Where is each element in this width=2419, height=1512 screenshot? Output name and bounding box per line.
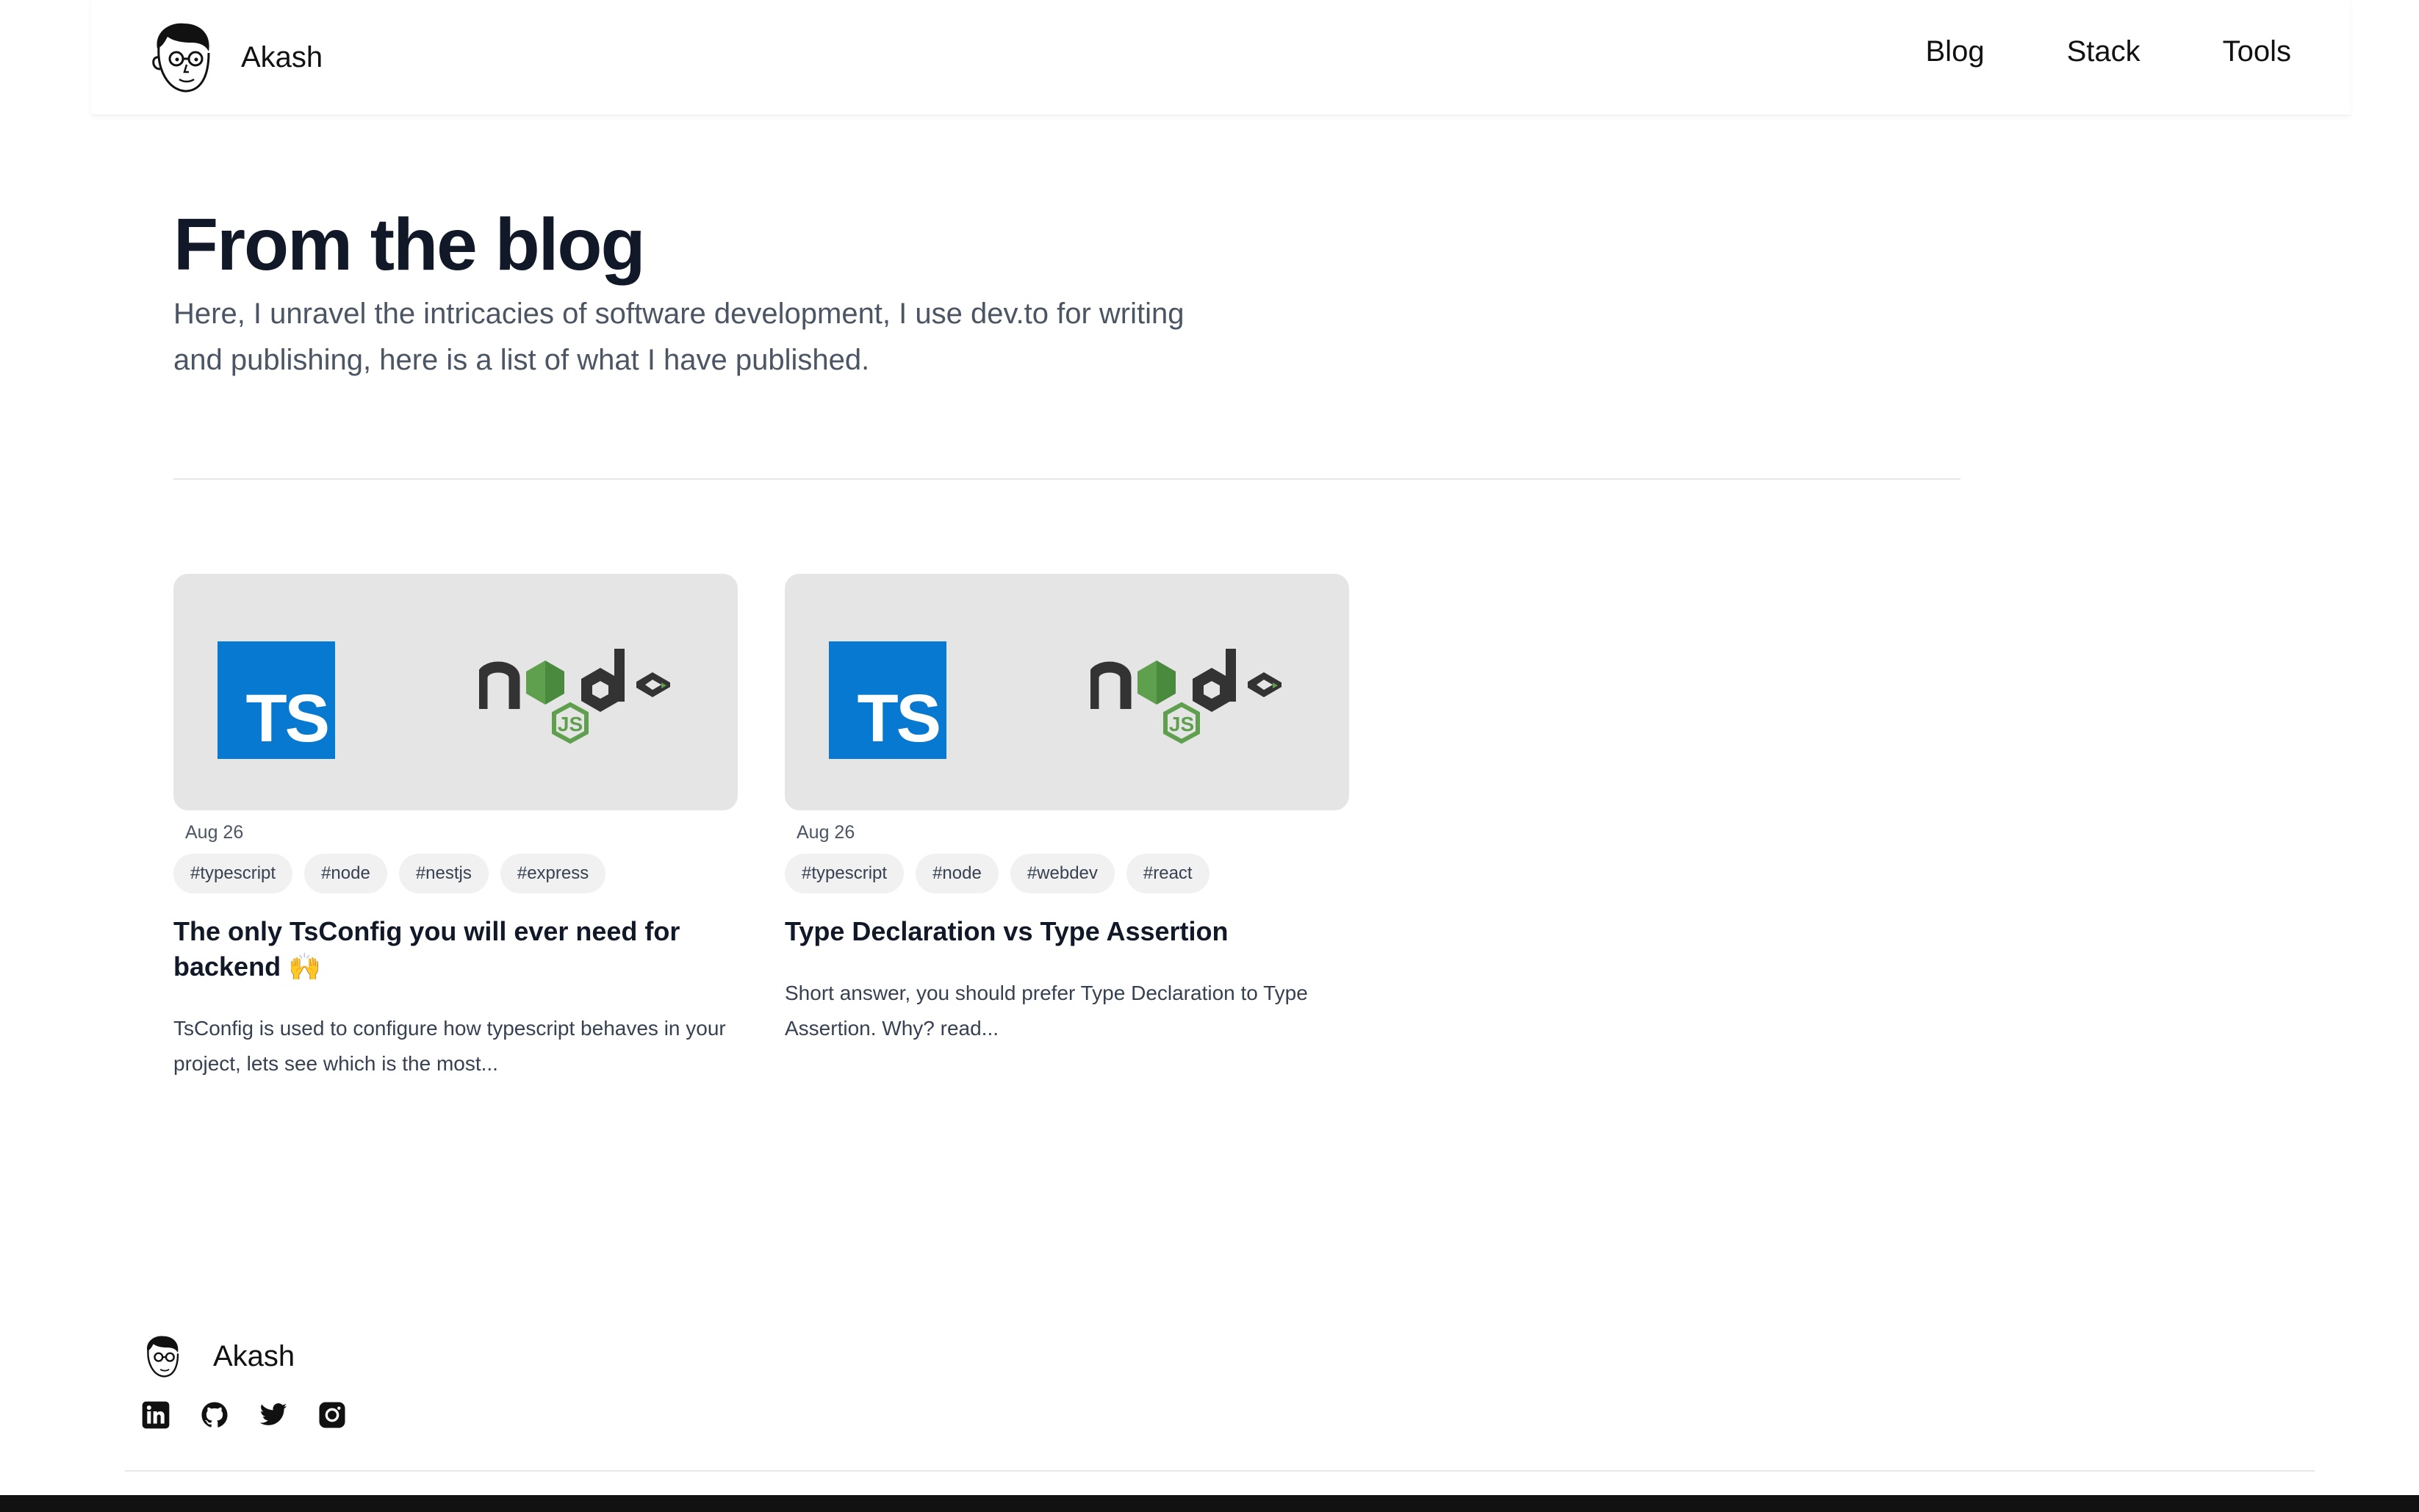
post-card[interactable]: TS JS Aug 26 #typescript #node #nestjs #…	[173, 574, 738, 1081]
nav-tools[interactable]: Tools	[2223, 35, 2291, 68]
page-intro: Here, I unravel the intricacies of softw…	[173, 298, 1185, 376]
avatar	[152, 23, 210, 93]
home-link[interactable]: Akash	[147, 21, 323, 94]
nodejs-logo: JS	[1090, 649, 1282, 744]
tag[interactable]: #webdev	[1010, 854, 1115, 893]
post-cover-image: TS JS	[785, 574, 1349, 810]
post-excerpt: TsConfig is used to configure how typesc…	[173, 1017, 726, 1075]
main-nav: Blog Stack Tools	[1926, 35, 2292, 68]
post-date: Aug 26	[185, 822, 244, 843]
post-cover-image: TS JS	[173, 574, 738, 810]
post-tags: #typescript #node #nestjs #express	[173, 854, 738, 893]
bottom-bar	[0, 1495, 2419, 1512]
footer-brand[interactable]: Akash	[141, 1334, 295, 1378]
post-title[interactable]: The only TsConfig you will ever need for…	[173, 914, 738, 984]
social-links	[141, 1400, 347, 1430]
tag[interactable]: #react	[1126, 854, 1210, 893]
footer-divider	[125, 1470, 2315, 1472]
tag[interactable]: #typescript	[785, 854, 905, 893]
tag[interactable]: #nestjs	[398, 854, 489, 893]
svg-text:JS: JS	[1169, 713, 1194, 735]
page-title: From the blog	[173, 204, 646, 286]
typescript-logo-text: TS	[857, 681, 941, 756]
typescript-logo: TS	[829, 641, 946, 759]
tag[interactable]: #node	[916, 854, 999, 893]
post-title[interactable]: Type Declaration vs Type Assertion	[785, 914, 1349, 949]
post-date: Aug 26	[797, 822, 855, 843]
typescript-logo-text: TS	[245, 681, 330, 756]
nav-stack[interactable]: Stack	[2067, 35, 2141, 68]
avatar	[147, 1336, 179, 1378]
typescript-logo: TS	[218, 641, 335, 759]
svg-text:JS: JS	[558, 713, 583, 735]
footer-brand-name: Akash	[213, 1339, 295, 1372]
post-card[interactable]: TS JS Aug 26 #typescript #node #webdev #…	[785, 574, 1349, 1046]
instagram-icon[interactable]	[317, 1400, 347, 1430]
github-icon[interactable]	[200, 1400, 229, 1430]
post-excerpt: Short answer, you should prefer Type Dec…	[785, 982, 1308, 1040]
post-tags: #typescript #node #webdev #react	[785, 854, 1349, 893]
tag[interactable]: #typescript	[173, 854, 293, 893]
brand-name: Akash	[241, 40, 323, 73]
linkedin-icon[interactable]	[141, 1400, 170, 1430]
tag[interactable]: #node	[304, 854, 387, 893]
site-header: Akash Blog Stack Tools	[91, 0, 2350, 115]
nodejs-logo: JS	[479, 649, 670, 744]
twitter-icon[interactable]	[259, 1400, 288, 1430]
section-divider	[173, 478, 1960, 480]
tag[interactable]: #express	[500, 854, 606, 893]
nav-blog[interactable]: Blog	[1926, 35, 1985, 68]
